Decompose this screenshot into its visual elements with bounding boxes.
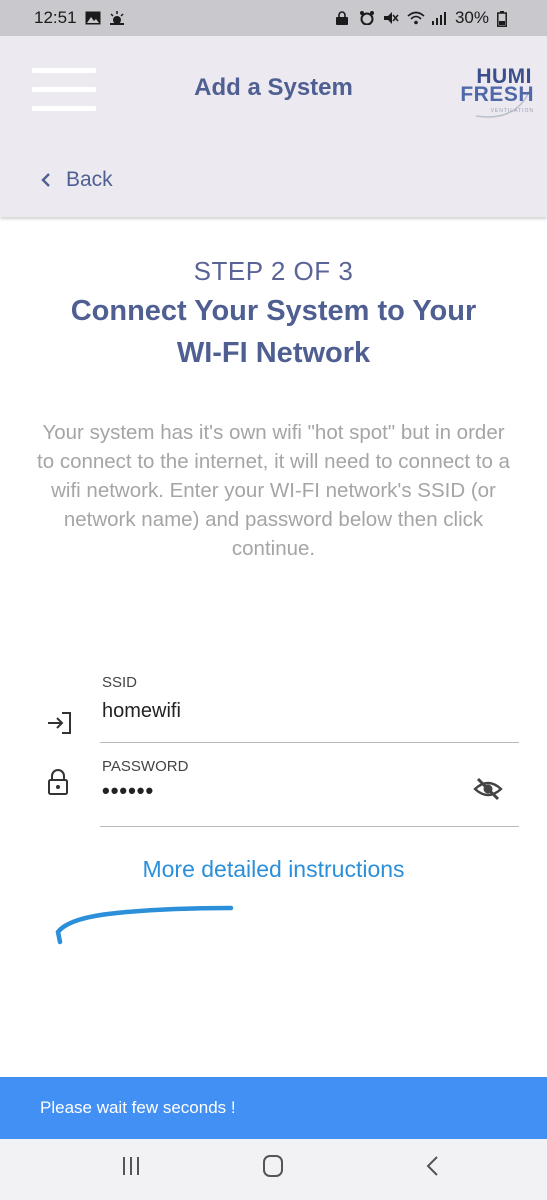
lock-icon [335,11,351,25]
chevron-left-icon [40,171,52,189]
password-input[interactable]: •••••• [102,778,154,804]
lock-icon [46,768,70,796]
logo-text-sub: VENTILATION [490,108,534,114]
step-label: STEP 2 OF 3 [193,256,354,286]
battery-percent: 30% [454,8,489,27]
menu-bar [32,106,96,111]
wifi-icon [407,11,425,25]
menu-bar [32,68,96,73]
hamburger-icon[interactable] [32,68,96,112]
back-label: Back [66,168,113,191]
step-heading: Connect Your System to Your WI-FI Networ… [70,295,477,369]
back-button[interactable]: Back [40,167,113,193]
recents-icon[interactable] [120,1153,142,1179]
mute-icon [383,11,399,25]
signal-icon [431,11,447,25]
ssid-label: SSID [102,674,138,691]
status-time: 12:51 [34,8,77,27]
wait-notice: Please wait few seconds ! [0,1077,547,1139]
home-icon[interactable] [261,1153,285,1179]
system-nav-bar [0,1139,547,1200]
menu-bar [32,87,96,92]
gallery-icon [85,11,101,25]
status-left: 12:51 [34,8,125,28]
password-field[interactable]: PASSWORD •••••• [100,756,519,827]
annotation-stroke [55,905,234,945]
instructions-link[interactable]: More detailed instructions [0,856,547,883]
status-bar: 12:51 30% [0,0,547,36]
login-arrow-icon [46,710,74,736]
status-right: 30% [335,8,513,28]
step-description: Your system has it's own wifi "hot spot"… [37,421,510,560]
system-back-icon[interactable] [423,1153,443,1179]
humifresh-logo: HUMI FRESH VENTILATION [446,60,536,120]
alarm-icon [359,11,375,25]
battery-icon [497,11,513,27]
weather-icon [109,11,125,25]
logo-text-fresh: FRESH [460,83,534,106]
app-header: Add a System HUMI FRESH VENTILATION Back [0,36,547,217]
password-label: PASSWORD [102,758,189,775]
ssid-field[interactable]: SSID homewifi [100,672,519,743]
eye-off-icon[interactable] [473,776,503,802]
ssid-input[interactable]: homewifi [102,700,181,723]
